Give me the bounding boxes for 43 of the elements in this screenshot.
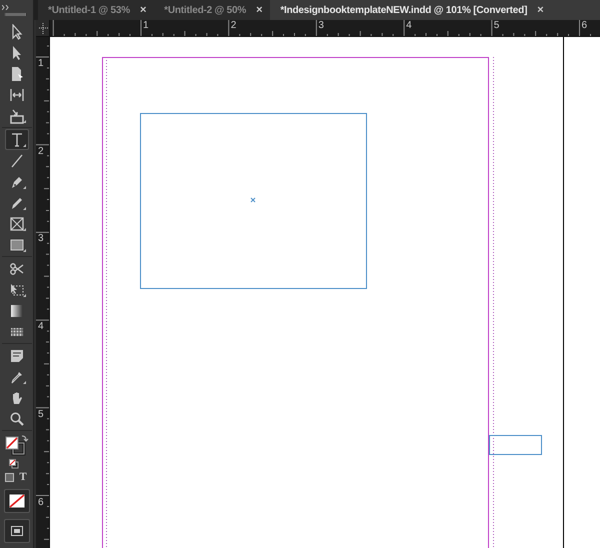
collector-icon: [8, 108, 24, 124]
document-tab[interactable]: *Untitled-1 @ 53% ×: [38, 0, 154, 20]
ruler-number: 2: [230, 20, 236, 32]
rectangle-frame-icon: [8, 216, 24, 232]
screen-mode-icon: [10, 526, 22, 536]
text-format-button[interactable]: T: [18, 471, 28, 483]
gradient-swatch-icon: [8, 302, 24, 318]
text-frame[interactable]: [489, 435, 542, 455]
ruler-number: 3: [38, 233, 44, 246]
ruler-origin-icon[interactable]: [37, 21, 49, 35]
text-frame[interactable]: [140, 113, 367, 289]
scissors-icon: [8, 260, 24, 276]
collapse-icon[interactable]: [2, 4, 10, 10]
gap-icon: [8, 86, 24, 102]
container-format-icon[interactable]: [5, 472, 14, 482]
ruler-number: 6: [582, 20, 588, 32]
screen-mode-button[interactable]: [4, 519, 30, 543]
note-icon: [8, 348, 24, 364]
ruler-number: 1: [38, 58, 44, 70]
document-tab[interactable]: *IndesignbooktemplateNEW.indd @ 101% [Converted] ×: [270, 0, 600, 20]
ruler-number: 4: [38, 321, 44, 334]
none-swatch-icon: [8, 494, 24, 508]
ruler-number: 3: [318, 20, 324, 32]
fill-stroke-icon[interactable]: [4, 435, 30, 457]
frame-center-icon: [250, 198, 256, 202]
line-icon: [8, 152, 24, 168]
rectangle-icon: [8, 236, 24, 252]
grip-icon[interactable]: [4, 12, 26, 16]
ruler-number: 2: [38, 146, 44, 158]
ruler-number: 6: [38, 496, 44, 508]
document-tab[interactable]: *Untitled-2 @ 50% ×: [154, 0, 270, 20]
type-tool-tool[interactable]: [4, 129, 28, 150]
default-fill-stroke-icon[interactable]: [8, 459, 18, 469]
ruler-number: 1: [143, 20, 149, 32]
ruler-number: 5: [494, 20, 500, 32]
apply-none-button[interactable]: [4, 489, 30, 513]
close-icon[interactable]: ×: [140, 4, 146, 16]
close-icon[interactable]: ×: [256, 4, 262, 16]
free-transform-icon: [8, 282, 24, 298]
close-icon[interactable]: ×: [537, 4, 544, 16]
zoom-icon: [8, 410, 24, 426]
ruler-number: 5: [38, 408, 44, 421]
ruler-number: 4: [406, 20, 412, 32]
